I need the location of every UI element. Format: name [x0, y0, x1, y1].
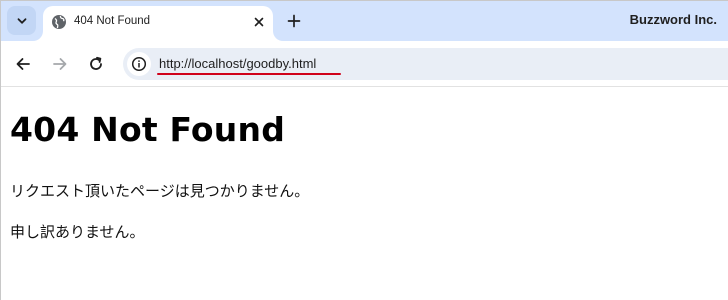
- url-highlight-underline: [157, 73, 341, 75]
- close-icon: [254, 17, 264, 27]
- new-tab-button[interactable]: [283, 10, 305, 32]
- info-icon: [131, 56, 147, 72]
- page-title: 404 Not Found: [10, 110, 286, 149]
- page-content: 404 Not Found リクエスト頂いたページは見つかりません。 申し訳あり…: [1, 88, 728, 300]
- tab-close-button[interactable]: [249, 12, 269, 32]
- tab-active[interactable]: 404 Not Found: [43, 6, 273, 41]
- globe-icon: [52, 15, 66, 29]
- plus-icon: [287, 14, 301, 28]
- reload-button[interactable]: [84, 52, 108, 76]
- reload-icon: [90, 56, 102, 70]
- tab-title: 404 Not Found: [74, 15, 151, 27]
- toolbar: http://localhost/goodby.html: [1, 41, 728, 87]
- arrow-right-icon: [53, 58, 67, 70]
- browser-window: 404 Not Found Buzzword Inc. http://local…: [0, 0, 728, 300]
- apology-message: 申し訳ありません。: [10, 223, 145, 241]
- back-button[interactable]: [11, 52, 35, 76]
- tab-search-button[interactable]: [7, 6, 36, 35]
- url-text[interactable]: http://localhost/goodby.html: [159, 56, 316, 71]
- arrow-left-icon: [16, 58, 30, 70]
- error-message: リクエスト頂いたページは見つかりません。: [10, 182, 310, 200]
- site-info-button[interactable]: [127, 52, 151, 76]
- tab-strip: 404 Not Found Buzzword Inc.: [1, 1, 728, 41]
- profile-name[interactable]: Buzzword Inc.: [630, 12, 717, 27]
- chevron-down-icon: [17, 17, 26, 24]
- forward-button[interactable]: [48, 52, 72, 76]
- address-bar[interactable]: http://localhost/goodby.html: [123, 48, 728, 80]
